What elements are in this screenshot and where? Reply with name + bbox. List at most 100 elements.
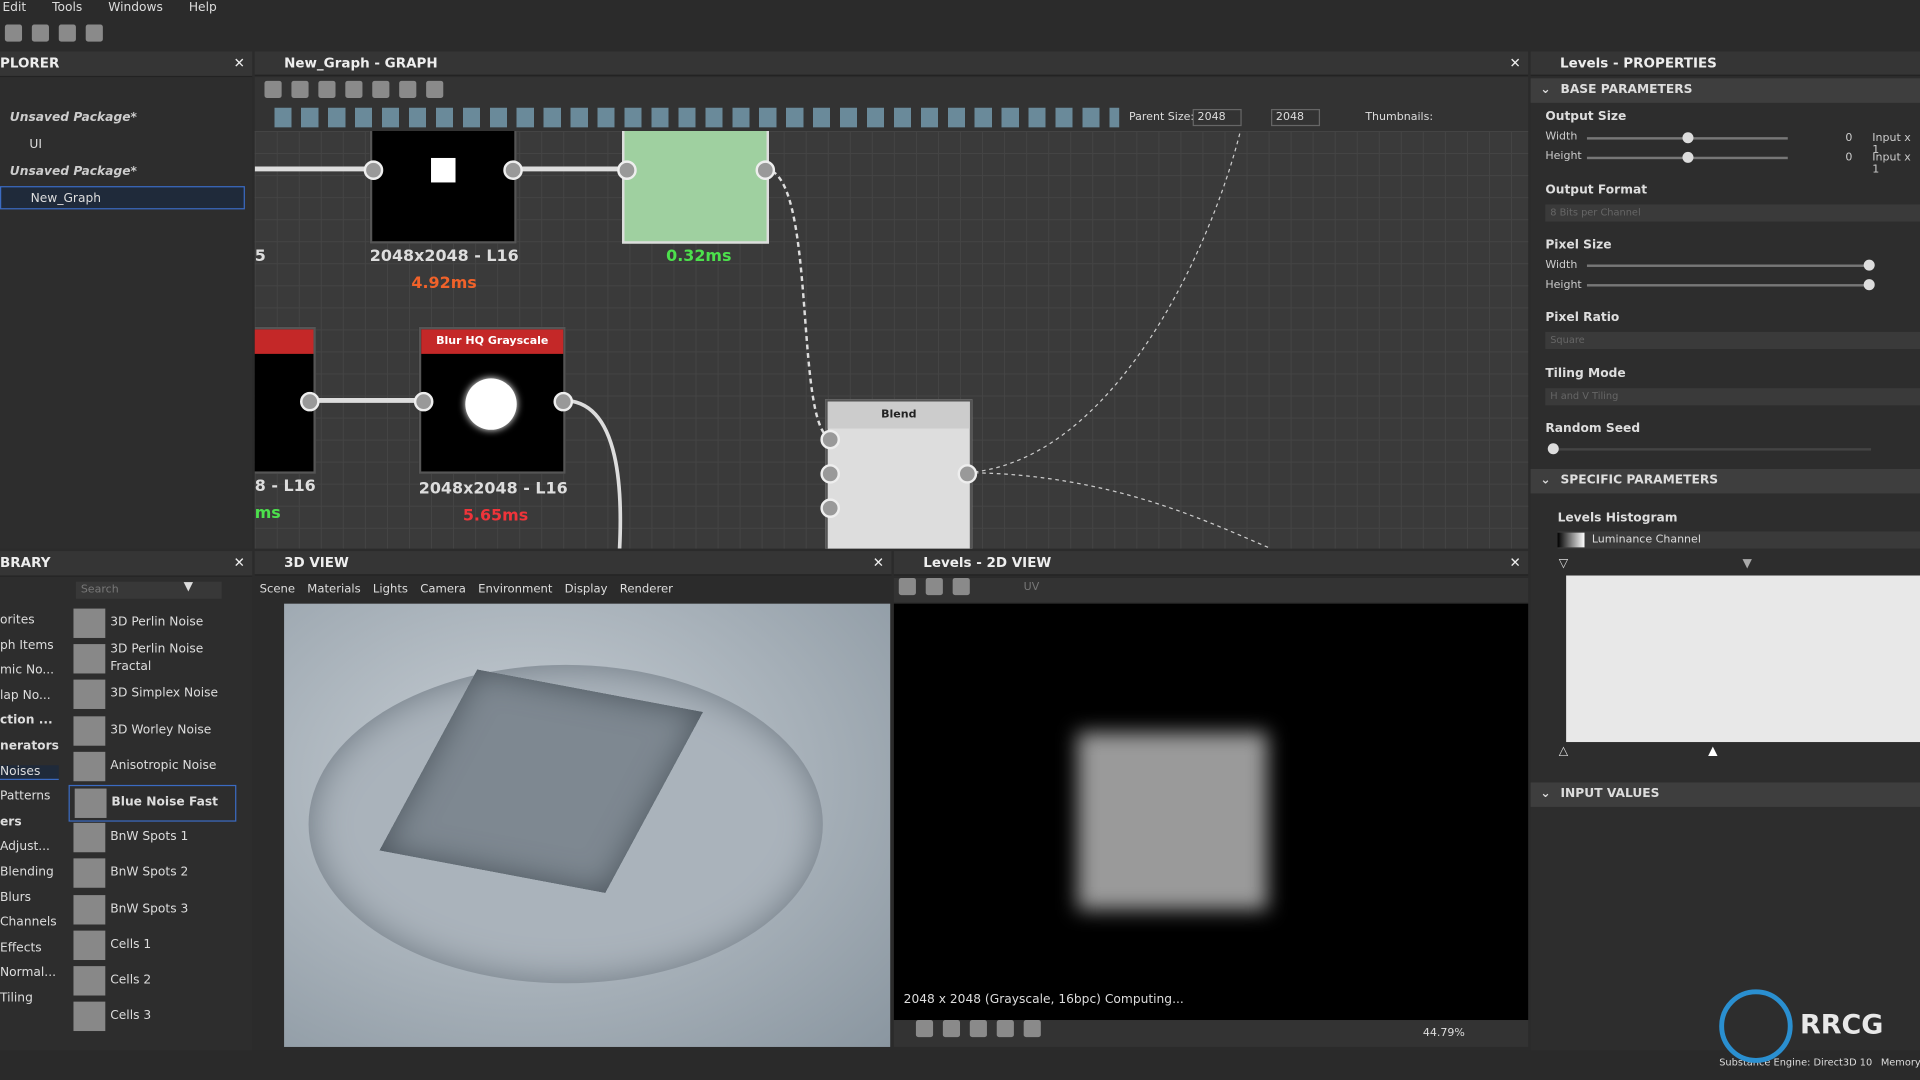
library-item[interactable]: Blue Noise Fast [68,784,237,822]
library-item[interactable]: 3D Worley Noise [69,713,234,747]
input-mid-handle[interactable]: ▲ [1708,744,1717,757]
zoom-icon[interactable] [372,80,390,98]
specific-parameters-section[interactable]: ⌄ SPECIFIC PARAMETERS [1530,468,1920,494]
library-category[interactable]: Adjust... [0,840,59,853]
port[interactable] [820,498,841,518]
output-black-handle[interactable]: ▽ [1559,557,1568,570]
info-icon[interactable] [345,80,363,98]
library-item[interactable]: BnW Spots 1 [69,821,234,855]
close-icon[interactable]: ✕ [873,551,884,575]
camera-icon[interactable] [318,80,336,98]
height-mode[interactable]: Input x 1 [1872,152,1920,176]
layers-icon[interactable] [915,1020,934,1038]
3d-menu-environment[interactable]: Environment [478,583,552,596]
3d-menu-materials[interactable]: Materials [307,583,360,596]
port[interactable] [957,464,978,484]
port[interactable] [413,391,434,412]
2d-viewport[interactable]: 2048 x 2048 (Grayscale, 16bpc) Computing… [893,603,1529,1021]
package-item[interactable]: Unsaved Package* [10,165,137,178]
library-item[interactable]: Anisotropic Noise [69,749,234,783]
port[interactable] [820,429,841,450]
output-white-handle[interactable]: ▼ [1742,557,1751,570]
port[interactable] [820,464,841,484]
library-item[interactable]: BnW Spots 2 [69,856,234,890]
3d-menu-camera[interactable]: Camera [420,583,466,596]
close-icon[interactable]: ✕ [1510,551,1521,575]
input-values-section[interactable]: ⌄ INPUT VALUES [1530,782,1920,807]
node-palette[interactable] [274,107,1120,128]
menu-windows[interactable]: Windows [108,1,163,14]
library-item[interactable]: Cells 3 [69,999,234,1033]
copy-icon[interactable] [952,577,970,596]
node-levels[interactable] [622,131,769,244]
move-icon[interactable] [291,80,309,98]
save-icon[interactable] [925,577,943,596]
pixel-height-slider[interactable] [1586,284,1872,287]
library-category[interactable]: ers [0,815,59,828]
node-blur-hq[interactable]: Blur HQ Grayscale [418,326,566,474]
3d-menu-renderer[interactable]: Renderer [620,583,673,596]
library-category[interactable]: Channels [0,916,59,929]
share-icon[interactable] [426,80,444,98]
library-category[interactable]: Tiling [0,992,59,1005]
save-icon[interactable] [31,24,49,42]
search-input[interactable]: Search [75,581,222,599]
port[interactable] [300,391,320,412]
close-icon[interactable]: ✕ [1510,51,1521,75]
base-parameters-section[interactable]: ⌄ BASE PARAMETERS [1530,78,1920,103]
3d-viewport[interactable] [284,603,891,1047]
3d-menu-lights[interactable]: Lights [373,583,408,596]
node-uniform[interactable] [369,131,517,244]
port[interactable] [553,391,574,412]
library-category[interactable]: Noises [0,764,59,780]
slider-knob[interactable] [1863,259,1875,271]
library-category[interactable]: Blending [0,866,59,879]
port[interactable] [755,160,776,181]
parent-size-select[interactable]: 2048 [1192,108,1242,127]
menu-edit[interactable]: Edit [2,1,26,14]
pixel-ratio-select[interactable]: Square [1545,331,1920,349]
channel-select[interactable]: Luminance Channel [1557,531,1920,549]
uv-select[interactable]: UV [1024,582,1040,594]
library-category[interactable]: Blurs [0,891,59,904]
port[interactable] [503,160,523,181]
library-category[interactable]: nerators [0,740,59,753]
input-black-handle[interactable]: △ [1559,744,1568,757]
library-item[interactable]: Cells 1 [69,928,234,962]
library-category[interactable]: mic No... [0,664,59,677]
menu-help[interactable]: Help [189,1,217,14]
align-icon[interactable] [399,80,417,98]
histogram-icon[interactable] [1023,1020,1041,1038]
package-item[interactable]: Unsaved Package* [10,111,137,124]
open-icon[interactable] [4,24,23,42]
node-blend[interactable]: Blend [825,399,973,549]
library-category[interactable]: ction ... [0,714,59,727]
color-icon[interactable] [969,1020,987,1038]
alpha-icon[interactable] [942,1020,961,1038]
tiling-mode-select[interactable]: H and V Tiling [1545,388,1920,406]
library-item[interactable]: 3D Perlin Noise Fractal [69,642,234,676]
size2-select[interactable]: 2048 [1271,108,1320,127]
random-seed-slider[interactable] [1552,448,1872,451]
library-category[interactable]: lap No... [0,689,59,702]
library-category[interactable]: orites [0,613,59,626]
library-item[interactable]: Cells 2 [69,964,234,998]
slider-knob[interactable] [1682,151,1694,163]
library-item[interactable]: 3D Simplex Noise [69,678,234,712]
redo-icon[interactable] [85,24,103,42]
graph-canvas[interactable]: 2048x2048 - L16 4.92ms 0.32ms 5 8 - L16 … [254,131,1529,549]
pixel-width-slider[interactable] [1586,264,1872,267]
menu-tools[interactable]: Tools [52,1,82,14]
3d-menu-display[interactable]: Display [565,583,608,596]
graph-item-new-graph[interactable]: New_Graph [0,186,245,210]
slider-knob[interactable] [1863,279,1875,291]
slider-knob[interactable] [1547,443,1559,455]
close-icon[interactable]: ✕ [234,51,245,75]
output-format-select[interactable]: 8 Bits per Channel [1545,204,1920,222]
graph-item-ui[interactable]: UI [29,138,42,151]
library-category[interactable]: Effects [0,941,59,954]
library-category[interactable]: ph Items [0,639,59,652]
slider-knob[interactable] [1682,132,1694,144]
histogram[interactable] [1566,575,1920,743]
port[interactable] [617,160,637,181]
